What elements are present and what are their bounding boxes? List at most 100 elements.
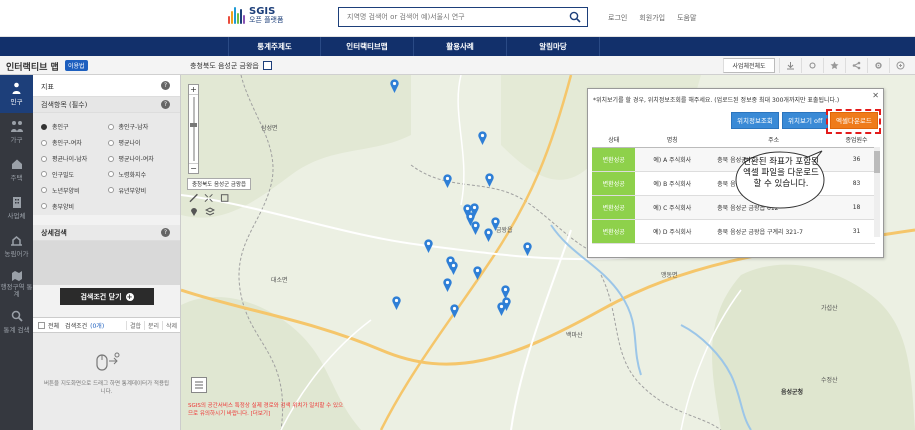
- leftnav-population[interactable]: 인구: [0, 75, 33, 113]
- nav-theme-map[interactable]: 통계주제도: [228, 37, 321, 56]
- delete-button[interactable]: 삭제: [162, 320, 180, 330]
- help-icon[interactable]: ?: [161, 100, 170, 109]
- map-pin-icon[interactable]: [478, 131, 487, 145]
- zoom-track[interactable]: [193, 97, 195, 161]
- map-pin-icon[interactable]: [443, 278, 452, 292]
- help-icon[interactable]: ?: [161, 228, 170, 237]
- expand-icon[interactable]: [204, 193, 214, 203]
- option-radio[interactable]: 평균나이-남자: [41, 154, 108, 164]
- map-pin-icon[interactable]: [485, 173, 494, 187]
- star-icon[interactable]: [823, 58, 845, 73]
- house-icon: [11, 159, 22, 169]
- more-icon[interactable]: [889, 58, 911, 73]
- select-all-checkbox[interactable]: [38, 321, 45, 329]
- map-pin-icon[interactable]: [450, 304, 459, 318]
- map-pin-icon[interactable]: [497, 302, 506, 316]
- option-radio[interactable]: 평균나이-여자: [107, 154, 175, 164]
- map-pin-icon[interactable]: [471, 221, 480, 235]
- usage-badge[interactable]: 이용법: [65, 60, 88, 71]
- close-search-button[interactable]: 검색조건 닫기 +: [60, 288, 154, 305]
- farm-icon: [11, 236, 22, 246]
- address-button[interactable]: 사업체전체도: [723, 58, 775, 73]
- signup-link[interactable]: 회원가입: [639, 13, 665, 23]
- option-radio[interactable]: 총인구-남자: [107, 122, 175, 132]
- zoom-control: + −: [188, 84, 199, 174]
- leftnav-household[interactable]: 가구: [0, 113, 33, 151]
- map-label: 수정산: [821, 377, 838, 384]
- option-radio[interactable]: 노령화지수: [107, 169, 175, 179]
- empty-message: 버튼을 지도화면으로 드래그 하면 통계데이터가 적용됩니다.: [43, 381, 170, 396]
- mouse-drag-icon: [96, 352, 120, 371]
- gear-icon[interactable]: [867, 58, 889, 73]
- leftnav-label: 통계 검색: [3, 326, 30, 334]
- zoom-out-button[interactable]: −: [189, 163, 198, 173]
- merge-button[interactable]: 결합: [126, 320, 144, 330]
- result-bar: 전체 검색조건 (0개) 결합 분리 삭제: [33, 317, 180, 333]
- col-status: 상태: [592, 133, 636, 148]
- share-icon[interactable]: [801, 58, 823, 73]
- leftnav-business[interactable]: 사업체: [0, 189, 33, 227]
- search-icon[interactable]: [569, 11, 581, 23]
- option-radio[interactable]: 총인구-여자: [41, 138, 108, 148]
- logo-title: SGIS: [249, 5, 276, 17]
- login-link[interactable]: 로그인: [608, 13, 627, 23]
- leftnav-housing[interactable]: 주택: [0, 151, 33, 189]
- col-address: 주소: [709, 133, 839, 148]
- leftnav-label: 농림어가: [4, 250, 29, 258]
- layers-icon[interactable]: [205, 207, 215, 217]
- split-button[interactable]: 분리: [144, 320, 162, 330]
- nav-notice[interactable]: 알림마당: [507, 37, 600, 56]
- map-pin-icon[interactable]: [390, 79, 399, 93]
- map-pin-icon[interactable]: [484, 228, 493, 242]
- table-row[interactable]: 변환성공 예) D 주식회사 충북 음성군 금왕읍 구계리 321-7 31: [592, 219, 875, 244]
- panel-header: 지표 ?: [33, 75, 180, 97]
- map-pin-icon[interactable]: [424, 239, 433, 253]
- option-radio[interactable]: 인구밀도: [41, 169, 108, 179]
- download-icon[interactable]: [779, 58, 801, 73]
- radio-icon: [41, 139, 47, 146]
- zoom-in-button[interactable]: +: [189, 85, 198, 95]
- option-radio[interactable]: 노년부양비: [41, 185, 108, 195]
- link-icon[interactable]: [845, 58, 867, 73]
- highlight-box: [826, 109, 881, 134]
- map-menu-button[interactable]: [191, 377, 207, 393]
- map-pin-icon[interactable]: [523, 242, 532, 256]
- option-radio[interactable]: 총인구: [41, 122, 108, 132]
- ruler-icon[interactable]: [189, 193, 198, 203]
- sgis-logo[interactable]: SGIS 오픈 플랫폼: [228, 6, 283, 24]
- detail-search-area: [33, 241, 180, 285]
- help-icon[interactable]: ?: [161, 81, 170, 90]
- top-bar: SGIS 오픈 플랫폼 로그인 회원가입 도움말: [0, 0, 915, 37]
- radio-icon: [41, 155, 47, 162]
- option-radio[interactable]: 평균나이: [107, 138, 175, 148]
- map-pin-icon[interactable]: [449, 261, 458, 275]
- radio-icon: [107, 155, 114, 162]
- location-info-button[interactable]: 위치정보조회: [731, 112, 779, 129]
- leftnav-farm[interactable]: 농림어가: [0, 227, 33, 265]
- search-input[interactable]: [339, 8, 559, 26]
- map-pin-icon[interactable]: [392, 296, 401, 310]
- map-pin-icon[interactable]: [473, 266, 482, 280]
- nav-use-cases[interactable]: 활용사례: [414, 37, 507, 56]
- zoom-slider-handle[interactable]: [190, 123, 197, 127]
- leftnav-stats-search[interactable]: 통계 검색: [0, 303, 33, 341]
- radio-icon: [41, 171, 47, 178]
- nav-interactive-map[interactable]: 인터랙티브맵: [321, 37, 414, 56]
- table-scrollbar[interactable]: [874, 147, 880, 237]
- plus-circle-icon: +: [125, 292, 134, 301]
- leftnav-label: 사업체: [7, 212, 26, 220]
- area-icon[interactable]: [220, 193, 229, 203]
- option-radio[interactable]: 총부양비: [41, 201, 108, 211]
- location-dropdown-button[interactable]: [263, 61, 272, 70]
- close-icon[interactable]: ✕: [872, 91, 879, 100]
- group-title: 검색항목 (필수): [33, 97, 180, 113]
- location-view-button[interactable]: 위치보기 off: [782, 112, 829, 129]
- radio-icon: [41, 203, 47, 210]
- leftnav-admin-stats[interactable]: 행정구역 통계: [0, 265, 33, 303]
- option-radio[interactable]: 유년부양비: [107, 185, 175, 195]
- marker-icon[interactable]: [189, 207, 199, 217]
- radio-selected-icon: [41, 123, 47, 130]
- map-label: 가섭산: [821, 305, 838, 312]
- help-link[interactable]: 도움말: [677, 13, 696, 23]
- map-pin-icon[interactable]: [443, 174, 452, 188]
